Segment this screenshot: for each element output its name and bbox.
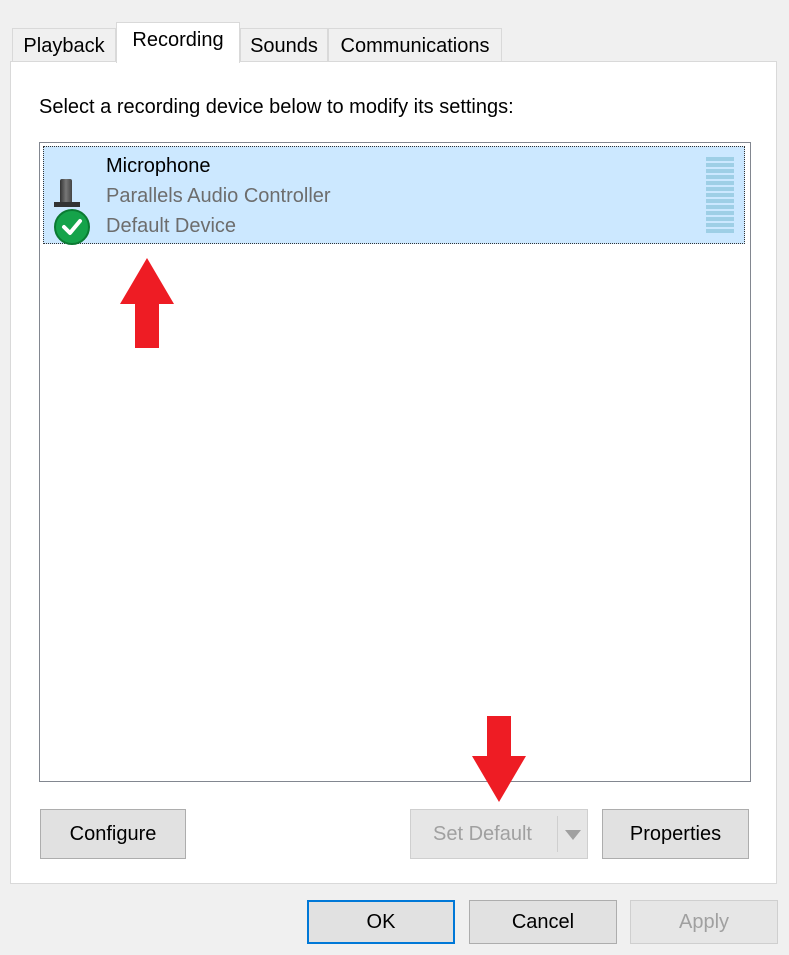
configure-button[interactable]: Configure	[40, 809, 186, 859]
default-check-icon	[54, 209, 90, 245]
tab-communications[interactable]: Communications	[328, 28, 502, 62]
tab-recording[interactable]: Recording	[116, 22, 240, 63]
device-status: Default Device	[106, 215, 237, 237]
device-name: Microphone	[106, 155, 211, 177]
set-default-label: Set Default	[433, 823, 532, 845]
properties-button[interactable]: Properties	[602, 809, 749, 859]
apply-button[interactable]: Apply	[630, 900, 778, 944]
device-list[interactable]: Microphone Parallels Audio Controller De…	[39, 142, 751, 782]
chevron-down-icon[interactable]	[563, 828, 583, 842]
tab-sounds[interactable]: Sounds	[240, 28, 328, 62]
set-default-split-button[interactable]: Set Default	[410, 809, 588, 859]
instruction-text: Select a recording device below to modif…	[39, 96, 514, 118]
up-arrow-annotation-icon	[120, 258, 174, 348]
down-arrow-annotation-icon	[472, 716, 526, 802]
device-item-microphone[interactable]: Microphone Parallels Audio Controller De…	[43, 146, 745, 245]
level-meter-icon	[706, 157, 734, 237]
tab-playback[interactable]: Playback	[12, 28, 116, 62]
ok-button[interactable]: OK	[307, 900, 455, 944]
recording-panel: Select a recording device below to modif…	[10, 61, 777, 884]
device-controller: Parallels Audio Controller	[106, 185, 331, 207]
cancel-button[interactable]: Cancel	[469, 900, 617, 944]
microphone-icon	[52, 175, 96, 245]
